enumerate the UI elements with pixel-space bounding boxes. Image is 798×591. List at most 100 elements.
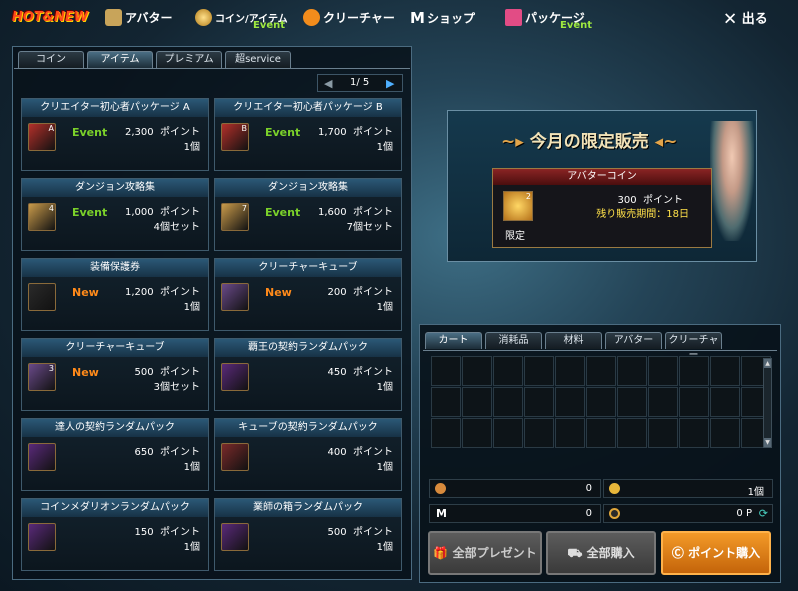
cart-slot[interactable] — [493, 418, 523, 448]
prev-page-button[interactable]: ◀ — [324, 77, 332, 90]
nav-shop[interactable]: M ショップ — [410, 9, 475, 29]
cart-slot[interactable] — [617, 387, 647, 417]
item-price: 400 ポイント — [327, 447, 393, 458]
item-tag: Event — [72, 126, 108, 139]
promo-item-box[interactable]: アバターコイン 2 限定 300 ポイント 残り販売期間：18日 — [492, 168, 712, 248]
limited-label: 限定 — [505, 231, 525, 242]
cart-icon: ⛟ — [567, 546, 583, 560]
shop-item-card[interactable]: クリエイター初心者パッケージ B B Event 1,700 ポイント 1個 — [214, 98, 402, 171]
item-tag: New — [265, 286, 292, 299]
cart-slot[interactable] — [617, 418, 647, 448]
nav-avatar[interactable]: アバター — [105, 9, 173, 29]
balance-points: 0 P ⟳ — [603, 504, 773, 523]
tab-creature[interactable]: クリーチャー — [665, 332, 722, 361]
item-price: 1,700 ポイント — [318, 127, 393, 138]
tab-materials[interactable]: 材料 — [545, 332, 602, 349]
close-icon: ✕ — [723, 9, 738, 30]
craftsman-box-pack-icon — [221, 523, 249, 551]
buy-all-button[interactable]: ⛟ 全部購入 — [546, 531, 656, 575]
tab-premium[interactable]: プレミアム — [156, 51, 222, 68]
cart-slot[interactable] — [648, 356, 678, 386]
cart-slot[interactable] — [586, 387, 616, 417]
item-title: キューブの契約ランダムパック — [215, 419, 401, 437]
cart-slot[interactable] — [586, 356, 616, 386]
tab-cart[interactable]: カート — [425, 332, 482, 349]
cart-slot[interactable] — [617, 356, 647, 386]
coin-icon — [195, 9, 212, 26]
cart-slot[interactable] — [524, 387, 554, 417]
item-title: ダンジョン攻略集 — [215, 179, 401, 197]
cart-slot[interactable] — [431, 418, 461, 448]
item-title: ダンジョン攻略集 — [22, 179, 208, 197]
shop-item-card[interactable]: ダンジョン攻略集 7 Event 1,600 ポイント 7個セット — [214, 178, 402, 251]
creator-package-b-icon: B — [221, 123, 249, 151]
cart-slot[interactable] — [462, 387, 492, 417]
shop-item-card[interactable]: クリーチャーキューブ 3 New 500 ポイント 3個セット — [21, 338, 209, 411]
tab-coin[interactable]: コイン — [18, 51, 84, 68]
exit-button[interactable]: ✕ 出る — [723, 8, 768, 30]
cart-slot[interactable] — [648, 418, 678, 448]
tab-consumables[interactable]: 消耗品 — [485, 332, 542, 349]
cart-slot[interactable] — [679, 387, 709, 417]
cart-slot[interactable] — [555, 387, 585, 417]
hot-new-logo[interactable]: HOT&NEW — [12, 10, 88, 25]
shop-item-card[interactable]: 装備保護券 New 1,200 ポイント 1個 — [21, 258, 209, 331]
cart-slot[interactable] — [710, 418, 740, 448]
avatar-coin-icon: 2 — [503, 191, 533, 221]
nav-coin-item[interactable]: コイン/アイテム Event — [195, 9, 288, 31]
tab-avatar[interactable]: アバター — [605, 332, 662, 349]
cart-slot[interactable] — [524, 356, 554, 386]
shop-item-card[interactable]: コインメダリオンランダムパック 150 ポイント 1個 — [21, 498, 209, 571]
shop-item-card[interactable]: キューブの契約ランダムパック 400 ポイント 1個 — [214, 418, 402, 491]
cart-slot[interactable] — [524, 418, 554, 448]
cart-slot[interactable] — [555, 418, 585, 448]
nav-package[interactable]: パッケージ Event — [505, 9, 592, 31]
cart-slot[interactable] — [679, 356, 709, 386]
scroll-up-button[interactable]: ▲ — [764, 359, 771, 368]
refresh-icon[interactable]: ⟳ — [759, 507, 768, 520]
top-nav-bar: HOT&NEW アバター コイン/アイテム Event クリーチャー M ショップ… — [0, 0, 798, 40]
shop-item-card[interactable]: クリーチャーキューブ New 200 ポイント 1個 — [214, 258, 402, 331]
nav-creature[interactable]: クリーチャー — [303, 9, 395, 29]
shop-item-card[interactable]: クリエイター初心者パッケージ A A Event 2,300 ポイント 1個 — [21, 98, 209, 171]
cart-slot[interactable] — [431, 387, 461, 417]
cart-slot[interactable] — [710, 387, 740, 417]
equipment-protection-ticket-icon — [28, 283, 56, 311]
cart-slot[interactable] — [493, 356, 523, 386]
item-tag: Event — [265, 206, 301, 219]
cart-slot[interactable] — [431, 356, 461, 386]
cart-slot[interactable] — [679, 418, 709, 448]
ornament-right-icon: ◂~ — [648, 132, 678, 152]
dungeon-guide-icon: 7 — [221, 203, 249, 231]
tab-item[interactable]: アイテム — [87, 51, 153, 68]
cart-slot[interactable] — [462, 356, 492, 386]
buy-points-button[interactable]: Ⓒ ポイント購入 — [661, 531, 771, 575]
promo-title: ~▸ 今月の限定販売 ◂~ — [501, 132, 678, 152]
next-page-button[interactable]: ▶ — [386, 77, 394, 90]
cart-slot[interactable] — [710, 356, 740, 386]
scroll-down-button[interactable]: ▼ — [764, 438, 771, 447]
item-price: 1,200 ポイント — [125, 287, 200, 298]
tab-super-service[interactable]: 超service — [225, 51, 291, 68]
shop-item-card[interactable]: 覇王の契約ランダムパック 450 ポイント 1個 — [214, 338, 402, 411]
item-quantity: 4個セット — [153, 222, 200, 233]
item-tag: Event — [72, 206, 108, 219]
cart-slot[interactable] — [648, 387, 678, 417]
point-icon — [609, 508, 620, 519]
item-quantity: 1個 — [376, 382, 393, 393]
item-quantity: 3個セット — [153, 382, 200, 393]
shop-item-card[interactable]: ダンジョン攻略集 4 Event 1,000 ポイント 4個セット — [21, 178, 209, 251]
gift-all-button[interactable]: 🎁 全部プレゼント — [428, 531, 542, 575]
cart-slot[interactable] — [493, 387, 523, 417]
cart-scrollbar[interactable]: ▲ ▼ — [763, 358, 772, 448]
balance-cash: 0 — [429, 479, 601, 498]
shop-item-card[interactable]: 達人の契約ランダムパック 650 ポイント 1個 — [21, 418, 209, 491]
item-price: 650 ポイント — [134, 447, 200, 458]
item-price: 500 ポイント — [327, 527, 393, 538]
cart-slot[interactable] — [586, 418, 616, 448]
character-portrait — [710, 121, 754, 241]
cart-slot[interactable] — [555, 356, 585, 386]
shop-item-card[interactable]: 業師の箱ランダムパック 500 ポイント 1個 — [214, 498, 402, 571]
cart-slot[interactable] — [462, 418, 492, 448]
item-price: 1,000 ポイント — [125, 207, 200, 218]
